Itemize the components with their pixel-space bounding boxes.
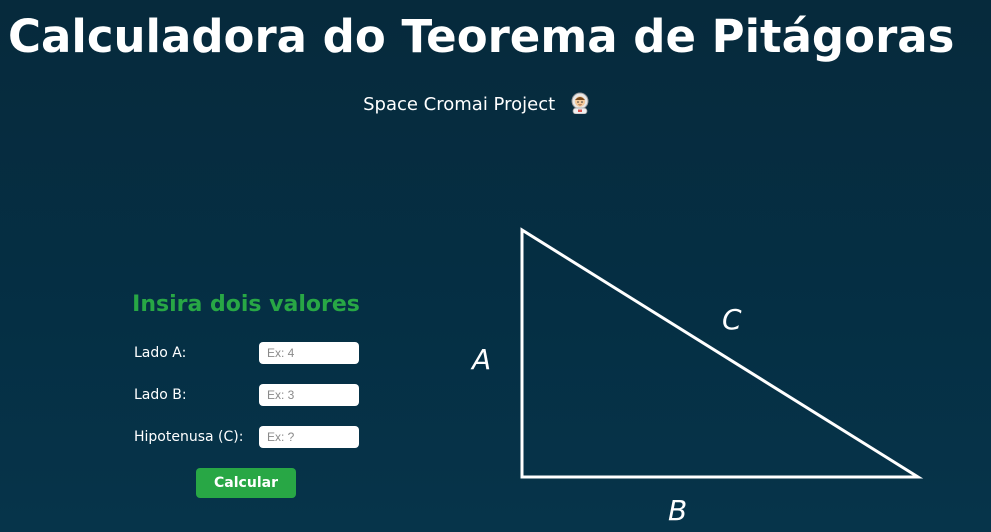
side-a-row: Lado A: xyxy=(134,342,360,366)
side-a-input[interactable] xyxy=(259,342,359,364)
calculate-button[interactable]: Calcular xyxy=(196,468,296,498)
page-subtitle: Space Cromai Project xyxy=(0,92,954,117)
side-a-label: Lado A: xyxy=(134,345,187,361)
side-b-diagram-label: B xyxy=(668,494,687,527)
page-title: Calculadora do Teorema de Pitágoras xyxy=(8,10,955,63)
hypotenuse-input[interactable] xyxy=(259,426,359,448)
side-a-diagram-label: A xyxy=(470,343,491,376)
side-b-row: Lado B: xyxy=(134,384,360,408)
triangle-diagram: A C B xyxy=(470,227,924,527)
side-b-input[interactable] xyxy=(259,384,359,406)
hypotenuse-label: Hipotenusa (C): xyxy=(134,429,244,445)
hypotenuse-row: Hipotenusa (C): xyxy=(134,426,360,450)
astronaut-emoji-icon xyxy=(571,92,589,114)
side-b-label: Lado B: xyxy=(134,387,187,403)
form-heading: Insira dois valores xyxy=(132,292,360,317)
right-triangle-shape xyxy=(520,227,924,479)
side-c-diagram-label: C xyxy=(722,303,742,336)
subtitle-text: Space Cromai Project xyxy=(363,94,556,115)
